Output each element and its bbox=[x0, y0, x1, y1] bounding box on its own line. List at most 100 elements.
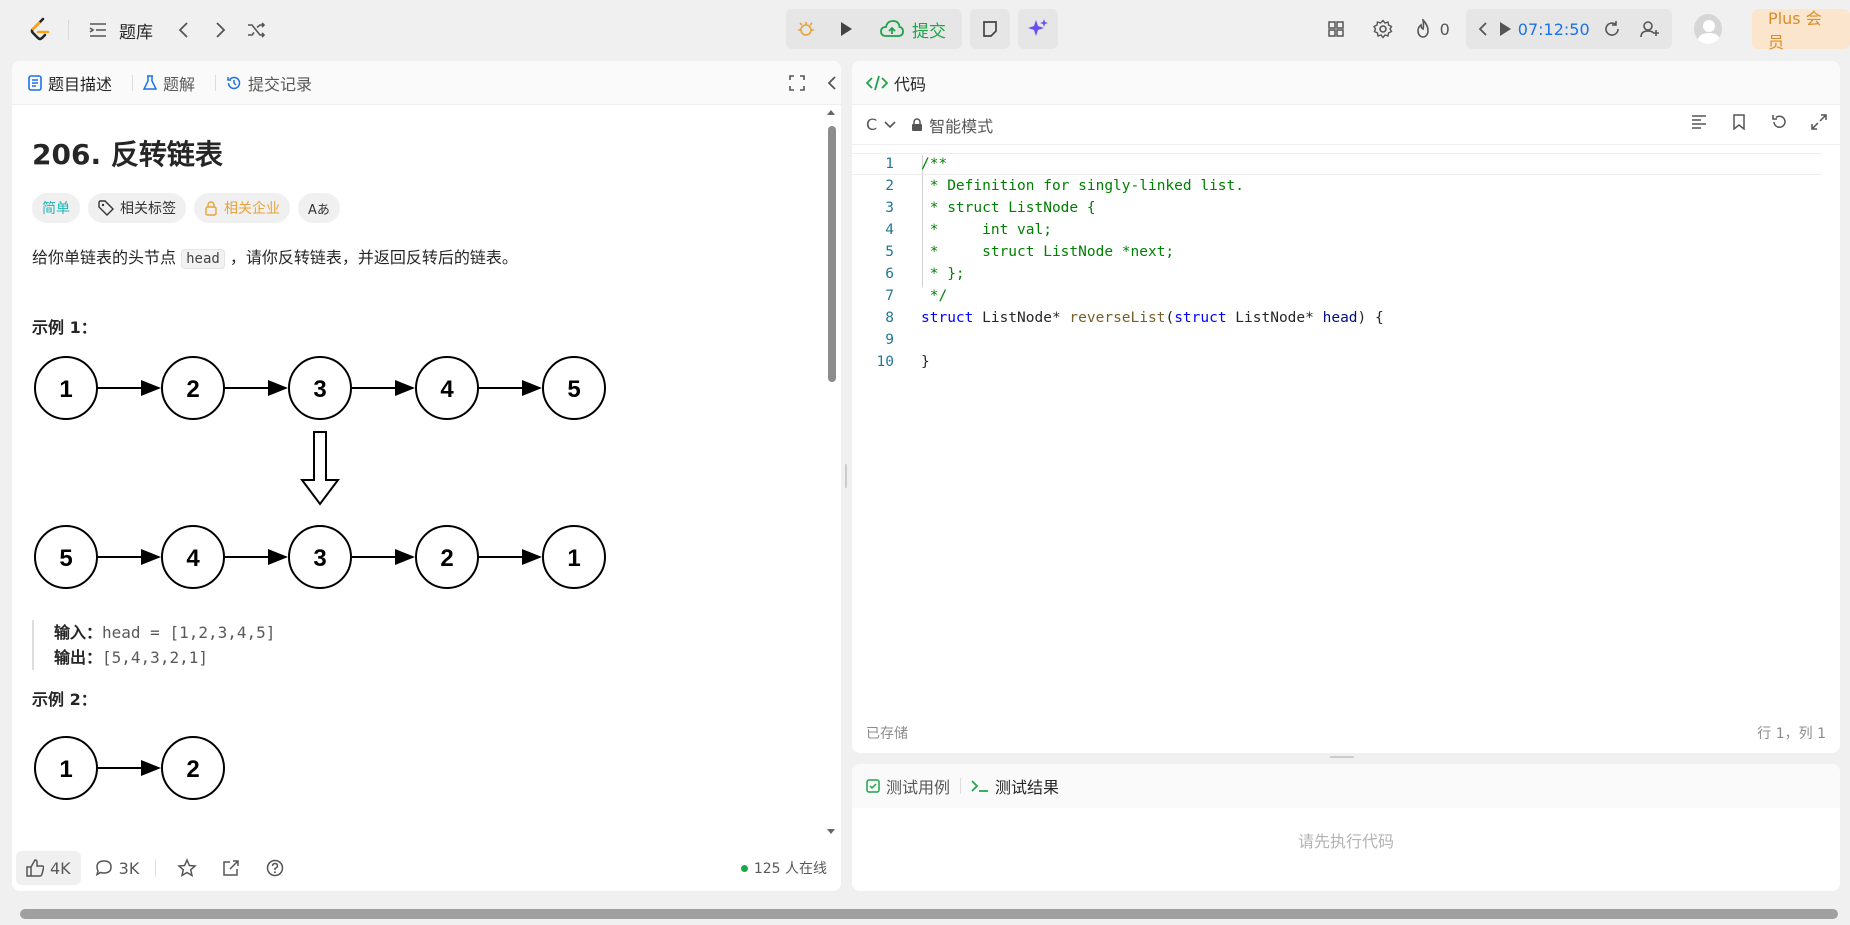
submit-button[interactable]: 提交 bbox=[866, 9, 962, 49]
cursor-position: 行 1，列 1 bbox=[1757, 726, 1826, 742]
collapse-icon[interactable] bbox=[817, 68, 841, 98]
code-line: 3 * struct ListNode { bbox=[852, 197, 1822, 219]
shuffle-icon[interactable] bbox=[241, 15, 271, 45]
line-number: 2 bbox=[885, 178, 894, 194]
node-value: 4 bbox=[440, 376, 454, 403]
expand-icon[interactable] bbox=[1804, 107, 1834, 137]
code-icon bbox=[866, 75, 888, 90]
history-icon bbox=[227, 76, 241, 89]
tab-test-result[interactable]: 测试结果 bbox=[971, 774, 1059, 798]
streak-flame-icon[interactable] bbox=[1413, 14, 1434, 44]
tab-testcase[interactable]: 测试用例 bbox=[866, 774, 950, 798]
tab-description[interactable]: 题目描述 bbox=[28, 71, 112, 95]
add-user-icon[interactable] bbox=[1636, 14, 1664, 44]
problem-list-link[interactable]: 题库 bbox=[119, 18, 153, 43]
code-line: 4 * int val; bbox=[852, 219, 1822, 241]
line-number: 5 bbox=[885, 244, 894, 260]
document-icon bbox=[28, 74, 42, 91]
scroll-thumb[interactable] bbox=[828, 126, 836, 382]
note-icon[interactable] bbox=[970, 9, 1010, 49]
type: ListNode* bbox=[1226, 310, 1323, 326]
tab-description-label: 题目描述 bbox=[48, 74, 113, 94]
play-icon[interactable] bbox=[1496, 14, 1514, 44]
submit-label: 提交 bbox=[912, 21, 946, 42]
language-select[interactable]: C bbox=[866, 115, 897, 134]
problem-tabs: 题目描述 题解 提交记录 bbox=[12, 61, 841, 105]
node-value: 2 bbox=[186, 756, 199, 783]
vertical-scrollbar[interactable] bbox=[826, 108, 836, 836]
node-value: 5 bbox=[567, 376, 580, 403]
prev-problem-icon[interactable] bbox=[169, 15, 199, 45]
avatar[interactable] bbox=[1693, 14, 1723, 44]
format-icon[interactable] bbox=[1684, 107, 1714, 137]
undo-reset-icon[interactable] bbox=[1764, 107, 1794, 137]
code-text: */ bbox=[921, 288, 948, 304]
share-icon[interactable] bbox=[216, 853, 246, 883]
problem-panel: 题目描述 题解 提交记录 206. 反转链表 简单 相关标签 相关企业 Aあ 给… bbox=[12, 61, 841, 891]
line-number: 8 bbox=[885, 310, 894, 326]
reset-icon[interactable] bbox=[1600, 14, 1624, 44]
function-name: reverseList bbox=[1069, 310, 1166, 326]
code-text: * int val; bbox=[921, 222, 1052, 238]
settings-icon[interactable] bbox=[1368, 14, 1396, 44]
timer-value: 07:12:50 bbox=[1517, 19, 1590, 39]
help-icon[interactable] bbox=[260, 853, 290, 883]
tab-submissions[interactable]: 提交记录 bbox=[226, 71, 312, 95]
topics-tag-button[interactable]: 相关标签 bbox=[88, 193, 186, 223]
node-value: 3 bbox=[313, 545, 326, 572]
mode-label: 智能模式 bbox=[929, 116, 994, 136]
vertical-resize-handle[interactable] bbox=[845, 464, 847, 488]
horizontal-scrollbar[interactable] bbox=[20, 909, 1838, 919]
scroll-down-icon[interactable] bbox=[826, 828, 836, 836]
companies-tag-button[interactable]: 相关企业 bbox=[194, 193, 290, 223]
horizontal-resize-handle[interactable] bbox=[1330, 756, 1354, 758]
ai-sparkle-icon[interactable] bbox=[1018, 9, 1058, 49]
leetcode-logo[interactable] bbox=[22, 12, 58, 48]
code-text: * }; bbox=[921, 266, 965, 282]
code-line: 5 * struct ListNode *next; bbox=[852, 241, 1822, 263]
list-icon[interactable] bbox=[83, 15, 113, 45]
next-problem-icon[interactable] bbox=[205, 15, 235, 45]
chevron-down-icon bbox=[884, 120, 896, 128]
inline-code: head bbox=[181, 249, 225, 269]
translate-button[interactable]: Aあ bbox=[298, 193, 340, 223]
empty-result-message: 请先执行代码 bbox=[1297, 832, 1394, 851]
streak-count: 0 bbox=[1439, 19, 1450, 39]
problem-footer: 4K 3K 125 人在线 bbox=[12, 845, 841, 891]
keyword: struct bbox=[921, 310, 974, 326]
problem-description: 206. 反转链表 简单 相关标签 相关企业 Aあ 给你单链表的头节点 head… bbox=[12, 105, 824, 845]
thumbs-up-icon bbox=[26, 859, 44, 877]
code-editor[interactable]: 1 /** 2 * Definition for singly-linked li… bbox=[852, 147, 1840, 687]
input-label: 输入： bbox=[54, 623, 103, 642]
fullscreen-icon[interactable] bbox=[782, 68, 812, 98]
example-2-title: 示例 2： bbox=[32, 690, 97, 709]
online-indicator: 125 人在线 bbox=[740, 858, 827, 878]
smart-mode-toggle[interactable]: 智能模式 bbox=[911, 113, 993, 137]
code-line: 7 */ bbox=[852, 285, 1822, 307]
star-icon[interactable] bbox=[172, 853, 202, 883]
comments-button[interactable]: 3K bbox=[95, 859, 139, 878]
code-header: 代码 bbox=[852, 61, 1840, 105]
example-1-diagram: 1 2 3 4 5 5 4 3 2 1 bbox=[34, 356, 606, 589]
layout-icon[interactable] bbox=[1322, 14, 1350, 44]
debug-icon[interactable] bbox=[786, 9, 826, 49]
node-value: 5 bbox=[59, 545, 72, 572]
problem-title: 206. 反转链表 bbox=[32, 138, 223, 171]
bookmark-icon[interactable] bbox=[1724, 107, 1754, 137]
tab-solutions[interactable]: 题解 bbox=[143, 71, 195, 95]
code-line: 6 * }; bbox=[852, 263, 1822, 285]
output-label: 输出： bbox=[54, 648, 103, 667]
difficulty-badge[interactable]: 简单 bbox=[32, 193, 80, 223]
comment-icon bbox=[95, 860, 112, 877]
code-status-bar: 已存储 行 1，列 1 bbox=[852, 713, 1840, 753]
test-panel: 测试用例 测试结果 请先执行代码 bbox=[852, 764, 1840, 891]
node-value: 1 bbox=[59, 376, 72, 403]
run-icon[interactable] bbox=[826, 9, 866, 49]
chevron-left-icon[interactable] bbox=[1474, 14, 1492, 44]
plus-member-button[interactable]: Plus 会员 bbox=[1752, 9, 1850, 52]
like-button[interactable]: 4K bbox=[16, 851, 81, 885]
code-line: 10} bbox=[852, 351, 1822, 373]
scroll-up-icon[interactable] bbox=[826, 108, 836, 116]
type: ListNode* bbox=[973, 310, 1070, 326]
code-text: * struct ListNode *next; bbox=[921, 244, 1175, 260]
